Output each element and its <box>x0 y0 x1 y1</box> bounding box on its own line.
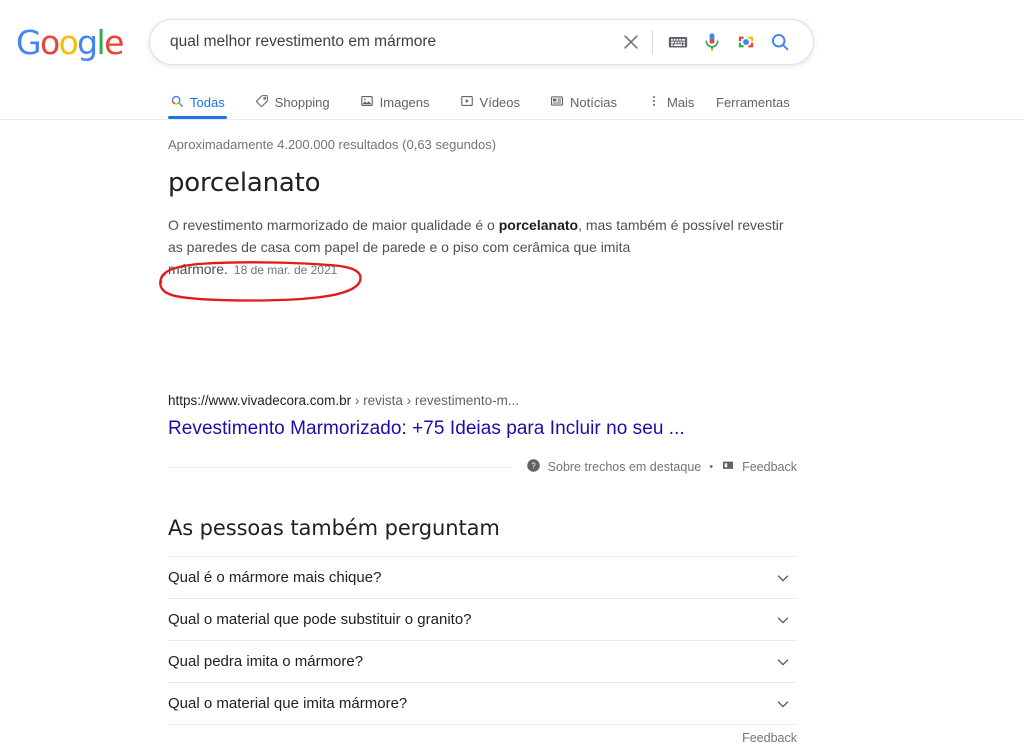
camera-lens-icon[interactable] <box>729 25 763 59</box>
search-bar-actions <box>614 25 813 59</box>
paa-question-label: Qual o material que imita mármore? <box>168 695 408 712</box>
close-icon[interactable] <box>614 25 648 59</box>
snippet-footer-links: ? Sobre trechos em destaque • Feedback <box>512 458 797 476</box>
people-also-ask: As pessoas também perguntam Qual é o már… <box>168 516 797 745</box>
snippet-date: 18 de mar. de 2021 <box>233 263 338 277</box>
logo-letter-g1: G <box>16 23 42 62</box>
paa-question-row[interactable]: Qual o material que imita mármore? <box>168 682 797 724</box>
logo-letter-o1: o <box>39 23 60 62</box>
featured-snippet-answer: porcelanato <box>168 168 321 198</box>
tag-icon <box>255 94 269 111</box>
chevron-down-icon[interactable] <box>774 653 792 671</box>
logo-letter-g2: g <box>77 23 98 62</box>
newspaper-icon <box>550 94 564 111</box>
microphone-icon[interactable] <box>695 25 729 59</box>
result-url-crumbs: › revista › revestimento-m... <box>351 393 520 408</box>
paa-question-label: Qual o material que pode substituir o gr… <box>168 611 472 628</box>
result-url[interactable]: https://www.vivadecora.com.br › revista … <box>168 393 519 408</box>
tab-label: Todas <box>190 95 225 110</box>
tab-label: Imagens <box>379 95 430 110</box>
search-tabs: Todas Shopping Imagens Vídeos Notícias M… <box>168 88 696 120</box>
tab-noticias[interactable]: Notícias <box>548 88 619 117</box>
tab-mais[interactable]: Mais <box>645 88 696 117</box>
search-bar-divider <box>652 30 653 54</box>
snippet-feedback-link[interactable]: Feedback <box>721 459 797 476</box>
chevron-down-icon[interactable] <box>774 569 792 587</box>
logo-letter-l: l <box>96 23 106 62</box>
people-also-ask-title: As pessoas também perguntam <box>168 516 500 540</box>
result-url-domain: https://www.vivadecora.com.br <box>168 393 352 408</box>
paa-question-row[interactable]: Qual pedra imita o mármore? <box>168 640 797 682</box>
flag-icon <box>721 459 735 476</box>
footer-separator-dot: • <box>709 461 714 473</box>
paa-feedback-link[interactable]: Feedback <box>742 731 797 745</box>
paa-footer: Feedback <box>168 724 797 745</box>
paa-question-row[interactable]: Qual o material que pode substituir o gr… <box>168 598 797 640</box>
svg-text:?: ? <box>531 461 536 470</box>
about-featured-snippets-link[interactable]: ? Sobre trechos em destaque <box>526 458 702 476</box>
snippet-bold-term: porcelanato <box>498 217 579 233</box>
search-tabs-bar: Todas Shopping Imagens Vídeos Notícias M… <box>0 88 1024 120</box>
snippet-feedback-label: Feedback <box>742 460 797 474</box>
play-icon <box>460 94 474 111</box>
image-icon <box>360 94 374 111</box>
tab-videos[interactable]: Vídeos <box>458 88 522 117</box>
result-title-link[interactable]: Revestimento Marmorizado: +75 Ideias par… <box>168 418 685 440</box>
tab-shopping[interactable]: Shopping <box>253 88 332 117</box>
snippet-text-before: O revestimento marmorizado de maior qual… <box>168 217 499 233</box>
tab-imagens[interactable]: Imagens <box>358 88 432 117</box>
tab-label: Vídeos <box>479 95 521 110</box>
logo-letter-o2: o <box>58 23 79 62</box>
snippet-footer-divider <box>168 466 512 468</box>
paa-question-row[interactable]: Qual é o mármore mais chique? <box>168 556 797 598</box>
tab-active-underline <box>168 116 227 119</box>
result-stats: Aproximadamente 4.200.000 resultados (0,… <box>168 137 497 152</box>
tab-label: Shopping <box>274 95 330 110</box>
more-vertical-icon <box>647 94 661 111</box>
search-input[interactable] <box>150 27 614 57</box>
chevron-down-icon[interactable] <box>774 611 792 629</box>
paa-question-label: Qual pedra imita o mármore? <box>168 653 364 670</box>
google-logo[interactable]: Google <box>16 23 124 62</box>
chevron-down-icon[interactable] <box>774 695 792 713</box>
tools-button[interactable]: Ferramentas <box>716 88 790 117</box>
logo-letter-e: e <box>104 23 124 62</box>
search-icon <box>170 94 184 111</box>
about-featured-snippets-label: Sobre trechos em destaque <box>547 460 702 474</box>
tab-todas[interactable]: Todas <box>168 88 227 119</box>
search-header: Google qual melhor revestimento em mármo… <box>0 0 1024 120</box>
paa-question-label: Qual é o mármore mais chique? <box>168 569 382 586</box>
keyboard-icon[interactable] <box>661 25 695 59</box>
search-icon[interactable] <box>763 25 797 59</box>
tab-label: Mais <box>666 95 695 110</box>
snippet-footer: ? Sobre trechos em destaque • Feedback <box>168 458 797 476</box>
help-circle-icon: ? <box>526 458 541 476</box>
tab-label: Notícias <box>570 95 617 110</box>
search-bar <box>149 19 814 65</box>
featured-snippet-text: O revestimento marmorizado de maior qual… <box>168 214 784 281</box>
